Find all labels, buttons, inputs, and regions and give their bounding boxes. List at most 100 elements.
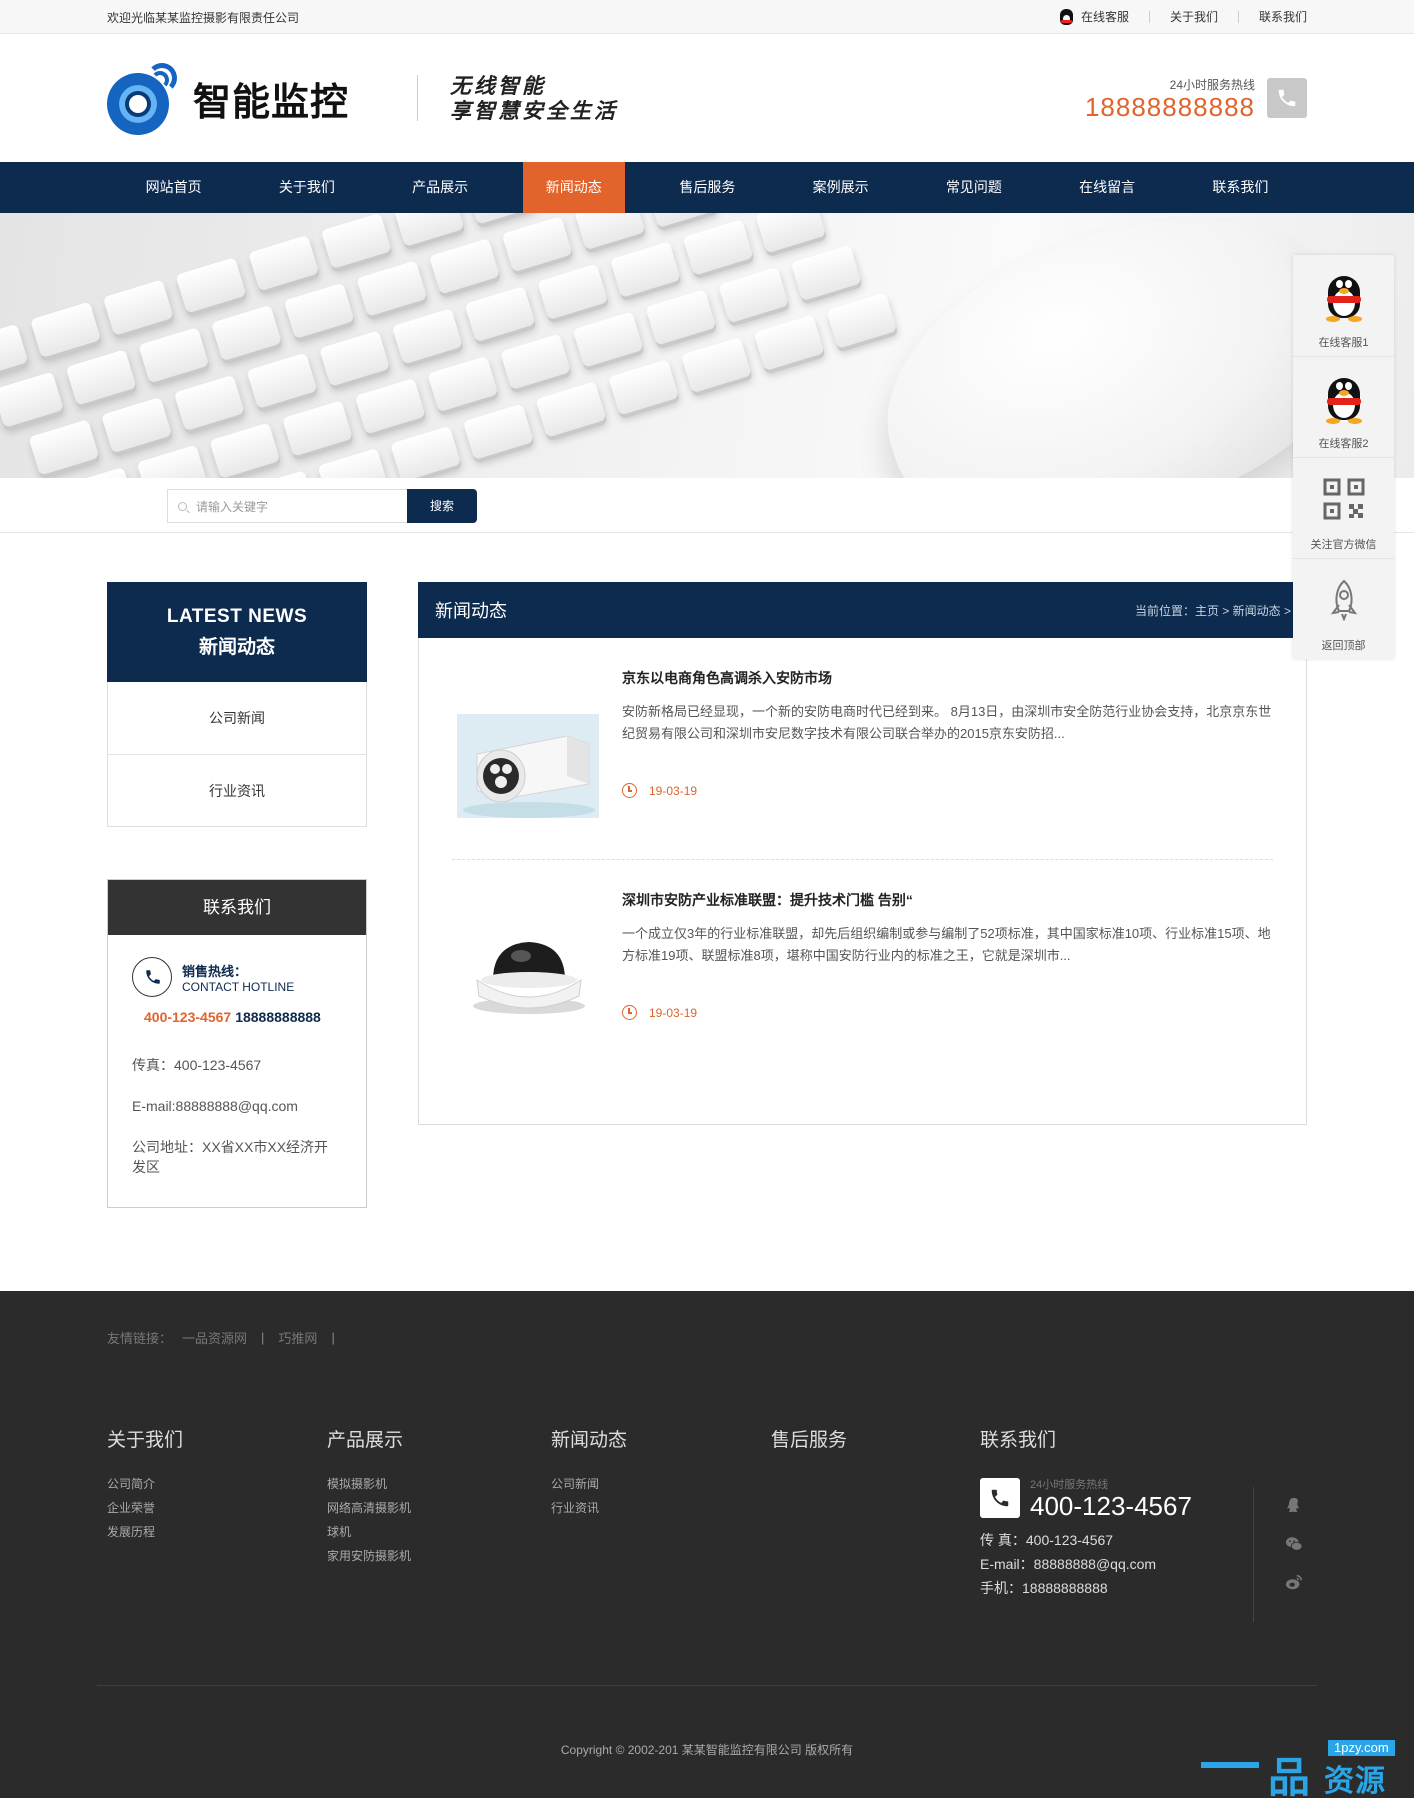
nav-service[interactable]: 售后服务: [641, 162, 774, 213]
back-to-top[interactable]: 返回顶部: [1293, 558, 1394, 659]
keyboard-key: [608, 359, 680, 416]
online-service-link[interactable]: 在线客服: [1040, 9, 1149, 25]
news-item[interactable]: 京东以电商角色高调杀入安防市场 安防新格局已经显现，一个新的安防电商时代已经到来…: [452, 638, 1273, 859]
address: 公司地址：XX省XX市XX经济开发区: [132, 1139, 329, 1175]
keyboard-key: [319, 330, 391, 387]
keyboard-key: [790, 244, 862, 302]
keyboard-key: [427, 355, 499, 413]
watermark-logo: 品 1pzy.com 资源网: [1198, 1740, 1414, 1798]
qq-icon[interactable]: [1284, 1497, 1304, 1515]
sidebar-contact: 联系我们 销售热线： CONTACT HOTLINE 400-123-4567 1…: [107, 879, 367, 1208]
keyboard-key: [572, 311, 644, 368]
keyboard-illustration: [0, 213, 898, 478]
keyboard-key: [173, 374, 245, 432]
keyboard-key: [755, 213, 827, 254]
footer-hotline: 400-123-4567: [1030, 1491, 1192, 1521]
logo-text: 智能监控: [193, 81, 350, 124]
camera-logo-icon: [107, 59, 185, 137]
footer-link[interactable]: 行业资讯: [551, 1496, 627, 1520]
breadcrumb[interactable]: 当前位置：主页 > 新闻动态 >: [1135, 602, 1291, 619]
nav-about[interactable]: 关于我们: [240, 162, 373, 213]
footer-link[interactable]: 家用安防摄影机: [327, 1544, 411, 1568]
footer-link[interactable]: 公司简介: [107, 1472, 183, 1496]
news-date: 19-03-19: [622, 783, 697, 798]
footer: 友情链接： 一品资源网 | 巧推网 | 关于我们 公司简介 企业荣誉 发展历程 …: [0, 1291, 1414, 1798]
keyboard-key: [0, 371, 64, 428]
clock-icon: [622, 783, 637, 798]
wechat-icon[interactable]: [1284, 1535, 1304, 1553]
news-item[interactable]: 深圳市安防产业标准联盟：提升技术门槛 告别“ 一个成立仅3年的行业标准联盟，却先…: [452, 859, 1273, 1080]
search-form: 请输入关键字 搜索: [167, 489, 477, 523]
footer-link[interactable]: 发展历程: [107, 1520, 183, 1544]
phone-icon: [132, 957, 172, 997]
keyboard-key: [102, 279, 174, 336]
header: 智能监控 无线智能 享智慧安全生活 24小时服务热线 18888888888: [0, 34, 1414, 162]
contact-title: 联系我们: [108, 880, 366, 935]
nav-products[interactable]: 产品展示: [373, 162, 506, 213]
footer-link[interactable]: 企业荣誉: [107, 1496, 183, 1520]
hotline-label: 24小时服务热线: [1169, 77, 1255, 92]
keyboard-key: [462, 403, 534, 460]
news-date: 19-03-19: [622, 1005, 697, 1020]
nav-contact[interactable]: 联系我们: [1174, 162, 1307, 213]
footer-link[interactable]: 公司新闻: [551, 1472, 627, 1496]
keyboard-key: [246, 352, 318, 409]
nav-cases[interactable]: 案例展示: [774, 162, 907, 213]
keyboard-key: [393, 213, 465, 247]
clock-icon: [622, 1005, 637, 1020]
header-divider: [417, 75, 418, 121]
keyboard-key: [501, 215, 573, 273]
slogan: 无线智能 享智慧安全生活: [450, 73, 618, 123]
keyboard-key: [574, 213, 646, 251]
news-panel-header: 新闻动态 当前位置：主页 > 新闻动态 >: [418, 582, 1307, 638]
online-service-2[interactable]: 在线客服2: [1293, 356, 1394, 457]
floating-service-bar: 在线客服1 在线客服2 关注官方微信 返回顶部: [1293, 255, 1394, 659]
keyboard-key: [356, 260, 428, 317]
qq-icon: [1059, 9, 1073, 25]
contact-link[interactable]: 联系我们: [1237, 11, 1307, 23]
keyboard-key: [63, 466, 135, 478]
category-industry-news[interactable]: 行业资讯: [108, 754, 366, 826]
nav-home[interactable]: 网站首页: [107, 162, 240, 213]
nav-faq[interactable]: 常见问题: [907, 162, 1040, 213]
keyboard-key: [535, 381, 607, 438]
about-link[interactable]: 关于我们: [1148, 11, 1238, 23]
keyboard-key: [718, 266, 790, 324]
search-input[interactable]: 请输入关键字: [167, 489, 407, 523]
friend-links: 友情链接： 一品资源网 | 巧推网 |: [107, 1328, 335, 1347]
phone-icon: [1267, 78, 1307, 118]
wechat-qr[interactable]: 关注官方微信: [1293, 457, 1394, 558]
keyboard-key: [248, 234, 320, 292]
keyboard-key: [136, 444, 208, 478]
bullet-camera-image: [457, 714, 599, 818]
nav-news[interactable]: 新闻动态: [522, 162, 625, 213]
search-button[interactable]: 搜索: [407, 489, 477, 523]
fax: 传真：400-123-4567: [132, 1057, 262, 1073]
top-links: 在线客服 关于我们 联系我们: [1040, 9, 1307, 25]
keyboard-key: [209, 422, 281, 478]
friend-link[interactable]: 巧推网: [278, 1328, 317, 1347]
news-desc: 安防新格局已经显现，一个新的安防电商时代已经到来。 8月13日，由深圳市安全防范…: [622, 704, 1272, 741]
footer-mobile: 手机：18888888888: [980, 1580, 1108, 1596]
footer-link[interactable]: 模拟摄影机: [327, 1472, 411, 1496]
footer-link[interactable]: 球机: [327, 1520, 411, 1544]
category-company-news[interactable]: 公司新闻: [108, 682, 366, 754]
social-icons: [1253, 1487, 1313, 1622]
logo[interactable]: 智能监控: [107, 59, 413, 137]
footer-contact: 联系我们 24小时服务热线 400-123-4567 传 真：400-123-4…: [980, 1425, 1192, 1600]
keyboard-key: [428, 238, 500, 295]
news-title[interactable]: 京东以电商角色高调杀入安防市场: [622, 668, 1273, 688]
keyboard-key: [609, 241, 681, 298]
friend-link[interactable]: 一品资源网: [182, 1328, 247, 1347]
online-service-1[interactable]: 在线客服1: [1293, 255, 1394, 356]
keyboard-key: [680, 336, 752, 394]
keyboard-key: [466, 213, 538, 225]
news-desc: 一个成立仅3年的行业标准联盟，却先后组织编制或参与编制了52项标准，其中国家标准…: [622, 926, 1271, 963]
keyboard-key: [647, 213, 719, 228]
sidebar: LATEST NEWS 新闻动态 公司新闻 行业资讯 联系我们 销售热线： CO…: [107, 582, 367, 1208]
weibo-icon[interactable]: [1284, 1573, 1304, 1591]
nav-message[interactable]: 在线留言: [1041, 162, 1174, 213]
phone-icon: [980, 1478, 1020, 1518]
news-title[interactable]: 深圳市安防产业标准联盟：提升技术门槛 告别“: [622, 890, 1273, 910]
footer-link[interactable]: 网络高清摄影机: [327, 1496, 411, 1520]
